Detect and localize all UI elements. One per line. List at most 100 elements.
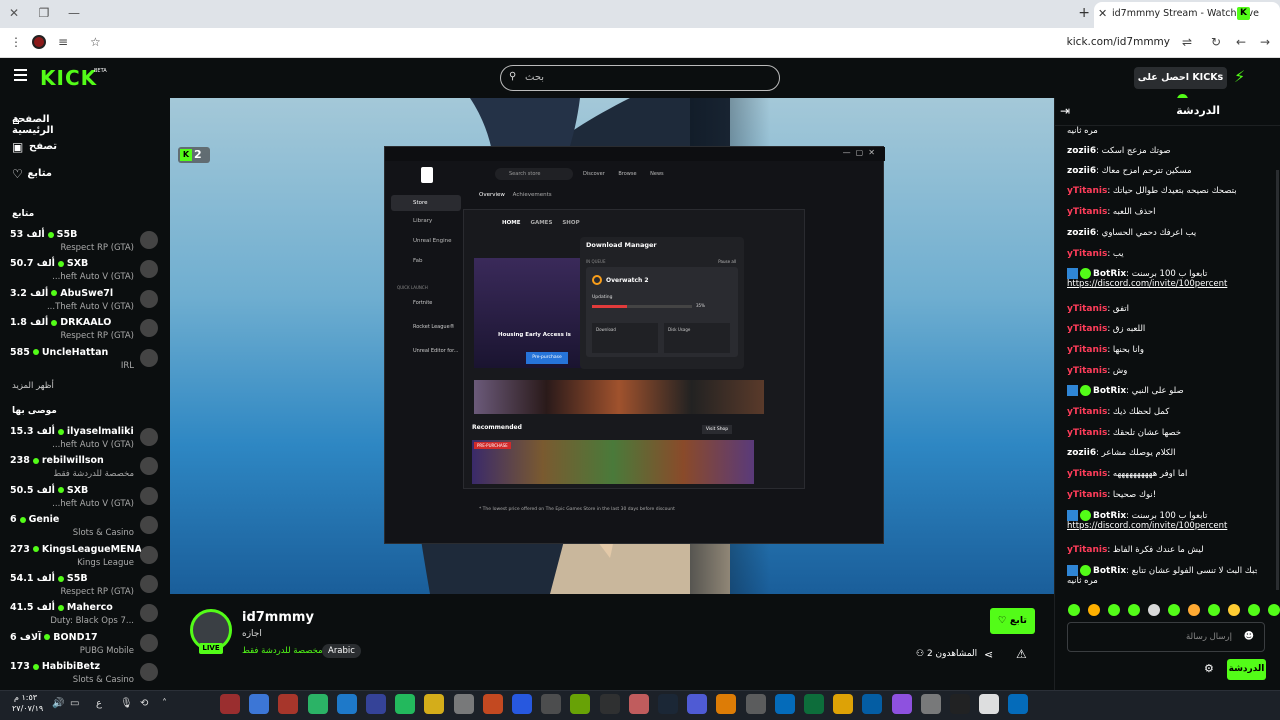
epic-games-app-icon[interactable] — [220, 694, 240, 714]
recommended-channel[interactable]: 15.3 ألف ilyaselmaliki ...heft Auto V (GTA… — [10, 426, 162, 454]
show-more-link[interactable]: أظهر المزيد — [12, 381, 54, 391]
forward-icon[interactable]: → — [1260, 35, 1270, 49]
profile-avatar[interactable] — [32, 35, 46, 49]
emote-icon[interactable] — [1188, 604, 1200, 616]
chat-username[interactable]: yTitanis — [1067, 249, 1107, 259]
taskbar-clock[interactable]: ١:٥٣ م — [14, 693, 37, 702]
user-menu-icon[interactable]: ⚡ — [1234, 67, 1245, 86]
chat-username[interactable]: yTitanis — [1067, 186, 1107, 196]
taskbar-date[interactable]: ٢٧/٠٧/١٩ — [12, 704, 43, 713]
chat-username[interactable]: yTitanis — [1067, 545, 1107, 555]
chat-input[interactable]: إرسال رسالة ☻ — [1067, 622, 1265, 652]
app-icon[interactable] — [336, 694, 357, 714]
reload-icon[interactable]: ↻ — [1211, 35, 1221, 49]
search-input[interactable]: ⚲ بحث — [500, 65, 780, 91]
emote-icon[interactable] — [1088, 604, 1100, 616]
media-control-icon[interactable]: ≡ — [58, 35, 68, 49]
chat-username[interactable]: yTitanis — [1067, 345, 1107, 355]
recommended-channel[interactable]: 41.5 ألف Maherco Duty: Black Ops 7... — [10, 602, 162, 630]
chat-username[interactable]: BotRix — [1093, 386, 1126, 396]
chat-link[interactable]: https://discord.com/invite/100percent — [1067, 521, 1227, 531]
epic-app-icon[interactable] — [599, 694, 620, 714]
app-icon[interactable] — [424, 694, 445, 714]
chat-username[interactable]: yTitanis — [1067, 490, 1107, 500]
file-explorer-app-icon[interactable] — [833, 694, 854, 714]
xbox-app-icon[interactable] — [307, 694, 328, 714]
chat-username[interactable]: yTitanis — [1067, 407, 1107, 417]
battery-icon[interactable]: ▭ — [70, 698, 79, 709]
recommended-channel[interactable]: 173 HabibiBetz Slots & Casino — [10, 661, 162, 689]
streamer-name[interactable]: id7mmmy — [242, 610, 314, 625]
outlook-app-icon[interactable] — [774, 694, 795, 714]
nav-following[interactable]: ♡ متابع — [12, 165, 162, 185]
emote-icon[interactable] — [1208, 604, 1220, 616]
volume-icon[interactable]: 🔊 — [52, 698, 64, 709]
chat-username[interactable]: yTitanis — [1067, 428, 1107, 438]
chat-username[interactable]: zozii6 — [1067, 448, 1096, 458]
microphone-icon[interactable]: 🎙 — [120, 698, 133, 709]
chat-username[interactable]: BotRix — [1093, 269, 1126, 279]
chat-username[interactable]: zozii6 — [1067, 228, 1096, 238]
app-icon[interactable] — [366, 694, 386, 714]
steam-app-icon[interactable] — [658, 694, 678, 714]
app-icon[interactable] — [512, 694, 532, 714]
stream-category-link[interactable]: مخصصة للدردشة فقط — [242, 646, 323, 656]
chat-username[interactable]: yTitanis — [1067, 366, 1107, 376]
emote-icon[interactable] — [1068, 604, 1080, 616]
network-icon[interactable]: ⟲ — [140, 698, 148, 709]
nav-home[interactable]: ⌂ الصفحة الرئيسية — [12, 111, 162, 136]
tray-overflow-icon[interactable]: ˄ — [162, 698, 167, 709]
emote-icon[interactable] — [1248, 604, 1260, 616]
kick-logo[interactable]: KICK — [40, 66, 97, 90]
emote-icon[interactable] — [1148, 604, 1160, 616]
edge-app-icon[interactable] — [862, 694, 883, 714]
close-tab-icon[interactable]: ✕ — [1098, 7, 1107, 20]
chat-username[interactable]: zozii6 — [1067, 166, 1096, 176]
following-channel[interactable]: 585 UncleHattan IRL — [10, 347, 162, 375]
new-tab-button[interactable]: + — [1078, 5, 1090, 21]
get-kicks-button[interactable]: احصل على KICKs — [1134, 67, 1227, 105]
chat-username[interactable]: BotRix — [1093, 511, 1126, 521]
language-tag[interactable]: Arabic — [322, 644, 361, 658]
windows-start-icon[interactable] — [1008, 694, 1029, 714]
restore-window-icon[interactable]: ❐ — [36, 6, 52, 20]
nav-browse[interactable]: ▣ تصفح — [12, 138, 162, 158]
follow-button[interactable]: ♡ تابع — [990, 608, 1035, 634]
app-icon[interactable] — [453, 694, 474, 714]
app-icon[interactable] — [950, 694, 970, 714]
recommended-channel[interactable]: 50.5 ألف SXB ...heft Auto V (GTA) — [10, 485, 162, 513]
nyt-app-icon[interactable] — [278, 694, 299, 714]
recommended-channel[interactable]: 273 KingsLeagueMENA Kings League — [10, 544, 162, 572]
following-channel[interactable]: 3.2 ألف AbuSwe7l ...Theft Auto V (GTA) — [10, 288, 162, 316]
chat-username[interactable]: yTitanis — [1067, 207, 1107, 217]
site-settings-icon[interactable]: ⇌ — [1182, 35, 1192, 49]
app-icon[interactable] — [628, 694, 649, 714]
search-icon[interactable] — [979, 694, 1000, 714]
app-icon[interactable] — [716, 694, 737, 714]
emote-icon[interactable] — [1228, 604, 1240, 616]
app-icon[interactable] — [482, 694, 503, 714]
minimize-window-icon[interactable]: — — [66, 6, 82, 20]
url-field[interactable]: kick.com/id7mmmy — [1067, 36, 1170, 48]
collapse-chat-icon[interactable]: ⇥ — [1060, 104, 1070, 118]
emote-icon[interactable] — [1268, 604, 1280, 616]
app-icon[interactable] — [541, 694, 562, 714]
bookmark-star-icon[interactable]: ☆ — [90, 35, 101, 49]
recommended-channel[interactable]: 238 rebilwillson مخصصة للدردشة فقط — [10, 455, 162, 483]
input-language[interactable]: ع — [96, 698, 102, 709]
recommended-channel[interactable]: 6 آلاف BOND17 PUBG Mobile — [10, 632, 162, 660]
chat-username[interactable]: BotRix — [1093, 566, 1126, 576]
app-icon[interactable] — [745, 694, 766, 714]
browser-tab[interactable]: ✕ id7mmmy Stream - Watch Live K — [1094, 2, 1280, 28]
copilot-app-icon[interactable] — [891, 694, 912, 714]
following-channel[interactable]: 1.8 ألف DRKAALO Respect RP (GTA) — [10, 317, 162, 345]
report-icon[interactable]: ⚠ — [1016, 647, 1027, 661]
chat-link[interactable]: https://discord.com/invite/100percent — [1067, 279, 1227, 289]
discord-app-icon[interactable] — [687, 694, 708, 714]
app-icon[interactable] — [920, 694, 941, 714]
chat-scrollbar[interactable] — [1276, 170, 1279, 590]
chat-username[interactable]: yTitanis — [1067, 324, 1107, 334]
chat-username[interactable]: yTitanis — [1067, 304, 1107, 314]
recommended-channel[interactable]: 6 Genie Slots & Casino — [10, 514, 162, 542]
chat-username[interactable]: zozii6 — [1067, 146, 1096, 156]
